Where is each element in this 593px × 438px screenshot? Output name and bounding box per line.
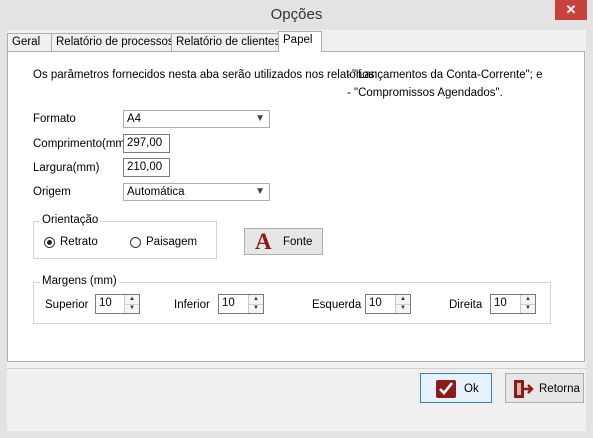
ok-label: Ok [464, 383, 479, 395]
esquerda-stepper[interactable]: 10 ▲ ▼ [365, 294, 411, 314]
window-frame-left [0, 30, 7, 438]
chevron-down-icon: ▼ [255, 113, 265, 124]
close-icon: ✕ [565, 2, 577, 17]
retorna-label: Retorna [539, 383, 580, 395]
report-item-1: - "Lançamentos da Conta-Corrente"; e [347, 69, 543, 81]
fonte-button[interactable]: A Fonte [244, 228, 323, 255]
margens-title: Margens (mm) [40, 275, 119, 287]
options-dialog: Opções ✕ Geral Relatório de processos Re… [0, 0, 593, 438]
report-item-2: - "Compromissos Agendados". [347, 87, 503, 99]
formato-select[interactable]: A4 ▼ [123, 110, 270, 128]
ok-button[interactable]: Ok [420, 373, 492, 403]
orientacao-title: Orientação [40, 214, 101, 226]
exit-door-icon [514, 380, 534, 398]
footer-divider [7, 368, 586, 369]
superior-value: 10 [99, 297, 112, 309]
margens-group: Margens (mm) Superior 10 ▲ ▼ Inferior 10… [33, 275, 551, 324]
inferior-stepper[interactable]: 10 ▲ ▼ [218, 294, 264, 314]
stepper-down-icon[interactable]: ▼ [249, 304, 263, 313]
window-frame-right [586, 30, 593, 438]
title-bar: Opções ✕ [0, 0, 593, 30]
tab-label: Relatório de clientes [176, 36, 281, 48]
window-title: Opções [270, 6, 323, 23]
paisagem-radio[interactable] [130, 237, 141, 248]
formato-value: A4 [127, 113, 142, 125]
largura-field[interactable]: 210,00 [123, 158, 170, 177]
origem-select[interactable]: Automática ▼ [123, 183, 270, 201]
checkmark-icon [436, 380, 456, 398]
stepper-buttons: ▲ ▼ [124, 295, 139, 313]
superior-stepper[interactable]: 10 ▲ ▼ [95, 294, 140, 314]
inferior-label: Inferior [174, 299, 210, 311]
tab-label: Papel [283, 34, 313, 46]
font-letter-a-icon: A [255, 229, 272, 254]
radio-selected-dot [47, 240, 52, 245]
comprimento-value: 297,00 [127, 137, 163, 149]
retrato-label: Retrato [60, 236, 98, 248]
tab-geral[interactable]: Geral [7, 33, 53, 51]
chevron-down-icon: ▼ [255, 186, 265, 197]
largura-value: 210,00 [127, 161, 163, 173]
formato-label: Formato [33, 113, 76, 125]
direita-stepper[interactable]: 10 ▲ ▼ [490, 294, 536, 314]
tab-relatorio-clientes[interactable]: Relatório de clientes [171, 33, 285, 51]
stepper-buttons: ▲ ▼ [520, 295, 535, 313]
tab-papel[interactable]: Papel [278, 31, 322, 52]
close-button[interactable]: ✕ [555, 0, 587, 20]
orientacao-group: Orientação Retrato Paisagem [33, 214, 217, 259]
stepper-down-icon[interactable]: ▼ [125, 304, 139, 313]
retrato-radio[interactable] [44, 237, 55, 248]
direita-label: Direita [449, 299, 483, 311]
window-frame-bottom [0, 431, 593, 438]
inferior-value: 10 [222, 297, 235, 309]
origem-value: Automática [127, 186, 185, 198]
retorna-button[interactable]: Retorna [505, 373, 584, 403]
tab-relatorio-processos[interactable]: Relatório de processos [51, 33, 178, 51]
tab-panel-papel: Os parâmetros fornecidos nesta aba serão… [7, 51, 585, 362]
stepper-buttons: ▲ ▼ [395, 295, 410, 313]
fonte-label: Fonte [283, 236, 313, 248]
info-text: Os parâmetros fornecidos nesta aba serão… [33, 69, 378, 81]
stepper-down-icon[interactable]: ▼ [521, 304, 535, 313]
comprimento-field[interactable]: 297,00 [123, 134, 170, 153]
stepper-down-icon[interactable]: ▼ [396, 304, 410, 313]
superior-label: Superior [45, 299, 89, 311]
origem-label: Origem [33, 186, 71, 198]
paisagem-label: Paisagem [146, 236, 198, 248]
tab-label: Geral [12, 36, 41, 48]
comprimento-label: Comprimento(mm) [33, 138, 129, 150]
esquerda-label: Esquerda [312, 299, 362, 311]
largura-label: Largura(mm) [33, 162, 100, 174]
direita-value: 10 [494, 297, 507, 309]
tab-label: Relatório de processos [56, 36, 174, 48]
esquerda-value: 10 [369, 297, 382, 309]
stepper-buttons: ▲ ▼ [248, 295, 263, 313]
